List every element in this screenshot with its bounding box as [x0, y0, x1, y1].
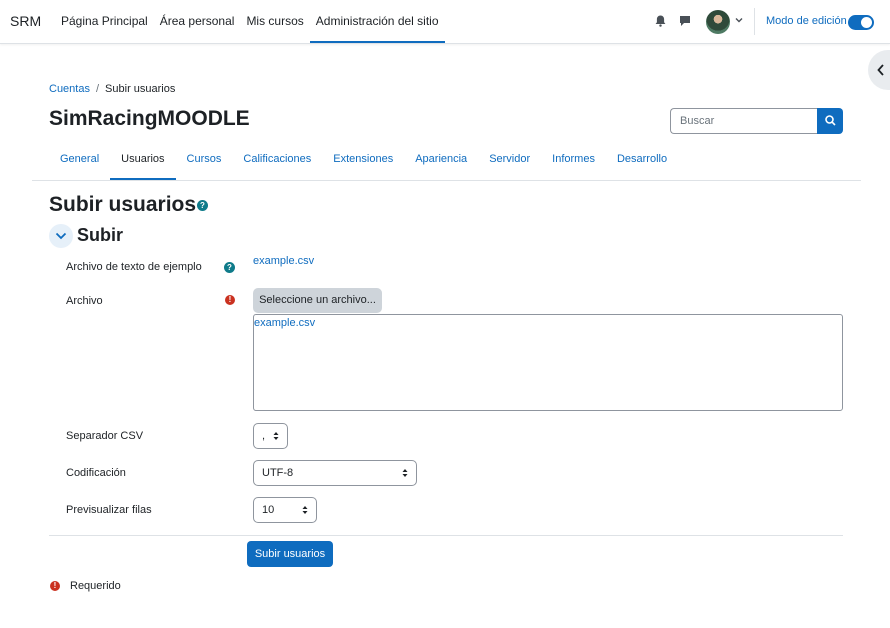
- bell-icon[interactable]: [655, 15, 666, 27]
- upload-users-button[interactable]: Subir usuarios: [247, 541, 333, 567]
- secondary-navigation: General Usuarios Cursos Calificaciones E…: [49, 146, 678, 180]
- section-collapse-toggle[interactable]: [49, 224, 73, 248]
- file-label: Archivo: [66, 295, 103, 307]
- encoding-value: UTF-8: [262, 467, 294, 479]
- chat-icon[interactable]: [679, 15, 691, 27]
- tab-users[interactable]: Usuarios: [110, 146, 176, 180]
- help-icon[interactable]: ?: [197, 200, 208, 211]
- chevron-down-icon: [55, 232, 67, 240]
- encoding-label: Codificación: [66, 467, 126, 479]
- search-button[interactable]: [817, 108, 843, 134]
- breadcrumb-item-current: Subir usuarios: [105, 83, 176, 95]
- preview-rows-select[interactable]: 10: [253, 497, 317, 523]
- required-icon: !: [50, 581, 60, 591]
- nav-item-dashboard[interactable]: Área personal: [154, 0, 241, 43]
- preview-rows-value: 10: [262, 504, 275, 516]
- primary-navigation: Página Principal Área personal Mis curso…: [55, 0, 445, 43]
- file-drop-area[interactable]: example.csv: [253, 314, 843, 411]
- tab-development[interactable]: Desarrollo: [606, 146, 678, 180]
- secondary-nav-divider: [32, 180, 861, 181]
- edit-mode-toggle[interactable]: [848, 15, 874, 30]
- search-input[interactable]: [670, 108, 818, 134]
- navbar-divider: [754, 8, 755, 35]
- site-title: SimRacingMOODLE: [49, 107, 250, 130]
- tab-server[interactable]: Servidor: [478, 146, 541, 180]
- preview-rows-label: Previsualizar filas: [66, 504, 152, 516]
- form-divider: [49, 535, 843, 536]
- breadcrumb-item-accounts[interactable]: Cuentas: [49, 83, 90, 95]
- chevron-left-icon: [877, 64, 884, 76]
- csv-separator-value: ,: [262, 430, 266, 442]
- open-drawer-button[interactable]: [868, 50, 890, 90]
- select-arrows-icon: [402, 469, 408, 477]
- required-note: Requerido: [70, 580, 121, 592]
- search-icon: [825, 115, 836, 126]
- tab-grades[interactable]: Calificaciones: [232, 146, 322, 180]
- csv-separator-label: Separador CSV: [66, 430, 144, 442]
- breadcrumb: Cuentas / Subir usuarios: [49, 83, 175, 95]
- top-navbar: SRM Página Principal Área personal Mis c…: [0, 0, 890, 44]
- tab-courses[interactable]: Cursos: [176, 146, 233, 180]
- avatar[interactable]: [706, 10, 730, 34]
- select-arrows-icon: [302, 506, 308, 514]
- example-file-link[interactable]: example.csv: [253, 255, 314, 267]
- choose-file-button[interactable]: Seleccione un archivo...: [253, 288, 382, 313]
- example-file-label: Archivo de texto de ejemplo: [66, 261, 202, 273]
- encoding-select[interactable]: UTF-8: [253, 460, 417, 486]
- edit-mode-label: Modo de edición: [766, 15, 847, 27]
- required-icon: !: [225, 295, 235, 305]
- site-brand[interactable]: SRM: [10, 13, 41, 29]
- section-title: Subir: [77, 225, 124, 245]
- chevron-down-icon[interactable]: [735, 16, 743, 24]
- breadcrumb-separator: /: [95, 83, 100, 95]
- csv-separator-select[interactable]: ,: [253, 423, 288, 449]
- tab-plugins[interactable]: Extensiones: [322, 146, 404, 180]
- help-icon[interactable]: ?: [224, 262, 235, 273]
- tab-appearance[interactable]: Apariencia: [404, 146, 478, 180]
- tab-general[interactable]: General: [49, 146, 110, 180]
- nav-item-home[interactable]: Página Principal: [55, 0, 154, 43]
- select-arrows-icon: [273, 432, 279, 440]
- search-box: [670, 108, 843, 134]
- selected-file-link[interactable]: example.csv: [254, 317, 315, 329]
- page-title: Subir usuarios: [49, 193, 197, 216]
- nav-item-my-courses[interactable]: Mis cursos: [240, 0, 309, 43]
- nav-item-site-admin[interactable]: Administración del sitio: [309, 0, 445, 43]
- tab-reports[interactable]: Informes: [541, 146, 606, 180]
